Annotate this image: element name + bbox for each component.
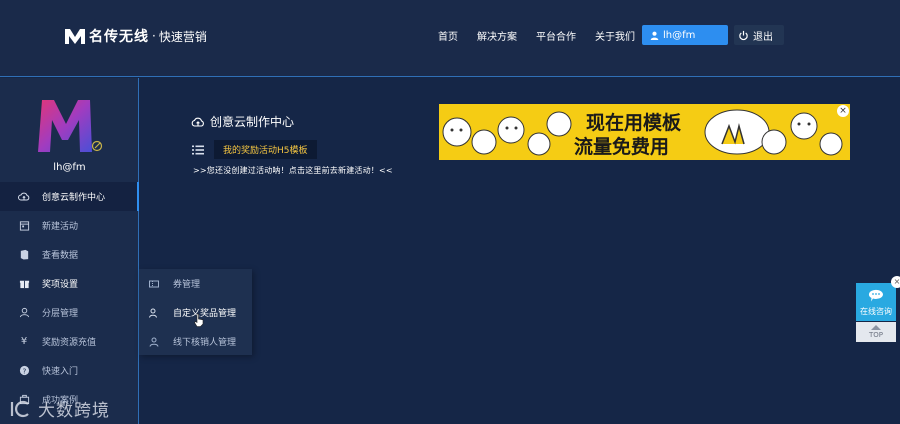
cloud-upload-icon <box>18 191 30 203</box>
nav-home[interactable]: 首页 <box>438 28 458 43</box>
power-icon <box>739 30 748 40</box>
submenu-item-label: 券管理 <box>173 280 201 290</box>
online-consult-label: 在线咨询 <box>860 307 892 316</box>
banner-line2: 流量免费用 <box>574 136 670 158</box>
submenu-item-coupon-management[interactable]: 券管理 <box>139 269 252 298</box>
watermark-logo-icon <box>10 400 29 417</box>
brand-slogan: 快速营销 <box>158 29 207 44</box>
float-close-icon[interactable]: × <box>891 276 900 288</box>
sidebar-username: lh@fm <box>53 162 86 173</box>
nav-solutions[interactable]: 解决方案 <box>477 28 517 43</box>
person-icon <box>149 337 159 347</box>
user-edit-icon <box>149 308 159 318</box>
sidebar-item-label: 奖项设置 <box>42 280 79 290</box>
watermark: 大数跨境 <box>8 396 110 421</box>
ticket-icon <box>149 279 159 289</box>
logout-button[interactable]: 退出 <box>734 25 784 45</box>
user-icon <box>650 31 659 40</box>
brand-logo[interactable]: 名传无线 · 快速营销 <box>64 26 207 46</box>
sidebar-item-label: 分层管理 <box>42 309 79 319</box>
top-header: 名传无线 · 快速营销 首页 解决方案 平台合作 关于我们 lh@fm 退出 <box>0 0 900 77</box>
back-to-top-button[interactable]: TOP <box>856 322 896 342</box>
sidebar-menu: 创意云制作中心 新建活动 查看数据 奖项设置 分层管理 ¥ 奖励资源充值 ? 快… <box>0 182 139 414</box>
yen-icon: ¥ <box>20 336 28 347</box>
sidebar-item-tier-management[interactable]: 分层管理 <box>0 298 139 327</box>
sidebar-item-label: 查看数据 <box>42 251 79 261</box>
logout-label: 退出 <box>753 31 773 43</box>
avatar[interactable] <box>34 94 104 156</box>
gift-icon <box>18 278 30 290</box>
promo-banner[interactable]: 现在用模板 流量免费用 × <box>439 104 850 160</box>
brand-mark-icon <box>65 29 85 44</box>
banner-close-icon[interactable]: × <box>837 105 849 117</box>
back-to-top-label: TOP <box>868 331 883 339</box>
question-icon: ? <box>18 365 30 377</box>
page-title: 创意云制作中心 <box>191 113 294 130</box>
prize-settings-submenu: 券管理 自定义奖品管理 线下核销人管理 <box>139 269 252 355</box>
calendar-icon <box>18 220 30 232</box>
layers-icon <box>18 307 30 319</box>
nav-about[interactable]: 关于我们 <box>595 28 635 43</box>
sidebar-item-label: 创意云制作中心 <box>42 193 106 203</box>
online-consult-button[interactable]: 在线咨询 <box>856 283 896 321</box>
submenu-item-label: 线下核销人管理 <box>173 338 237 348</box>
create-activity-link[interactable]: >>您还没创建过活动呐！点击这里前去新建活动！<< <box>193 165 393 176</box>
sidebar-item-reward-recharge[interactable]: ¥ 奖励资源充值 <box>0 327 139 356</box>
nav-partners[interactable]: 平台合作 <box>536 28 576 43</box>
svg-text:?: ? <box>22 366 26 375</box>
brand-name: 名传无线 <box>89 29 149 45</box>
cloud-upload-icon <box>191 117 204 127</box>
sidebar-item-label: 快速入门 <box>42 367 79 377</box>
sidebar-item-label: 奖励资源充值 <box>42 338 97 348</box>
book-icon <box>18 249 30 261</box>
arrow-up-icon <box>871 325 881 330</box>
user-account-label: lh@fm <box>663 29 696 41</box>
banner-line1: 现在用模板 <box>586 112 682 134</box>
sidebar-item-view-data[interactable]: 查看数据 <box>0 240 139 269</box>
page-title-text: 创意云制作中心 <box>210 115 295 129</box>
template-row: 我的奖励活动H5模板 <box>192 140 317 159</box>
watermark-text: 大数跨境 <box>38 401 110 421</box>
top-nav: 首页 解决方案 平台合作 关于我们 <box>438 28 654 43</box>
sidebar-item-creative-center[interactable]: 创意云制作中心 <box>0 182 139 211</box>
sidebar-item-quick-start[interactable]: ? 快速入门 <box>0 356 139 385</box>
sidebar-item-label: 新建活动 <box>42 222 79 232</box>
sidebar-item-new-activity[interactable]: 新建活动 <box>0 211 139 240</box>
submenu-item-offline-verifier-management[interactable]: 线下核销人管理 <box>139 327 252 356</box>
chat-bubble-icon <box>868 289 883 302</box>
user-account-button[interactable]: lh@fm <box>642 25 728 45</box>
template-tag-button[interactable]: 我的奖励活动H5模板 <box>214 140 317 159</box>
brand-separator: · <box>152 29 156 43</box>
hand-cursor-icon <box>194 313 204 327</box>
sidebar-item-prize-settings[interactable]: 奖项设置 <box>0 269 139 298</box>
list-icon <box>192 145 204 154</box>
sidebar: lh@fm 创意云制作中心 新建活动 查看数据 奖项设置 分层管理 ¥ 奖励资源… <box>0 78 139 424</box>
